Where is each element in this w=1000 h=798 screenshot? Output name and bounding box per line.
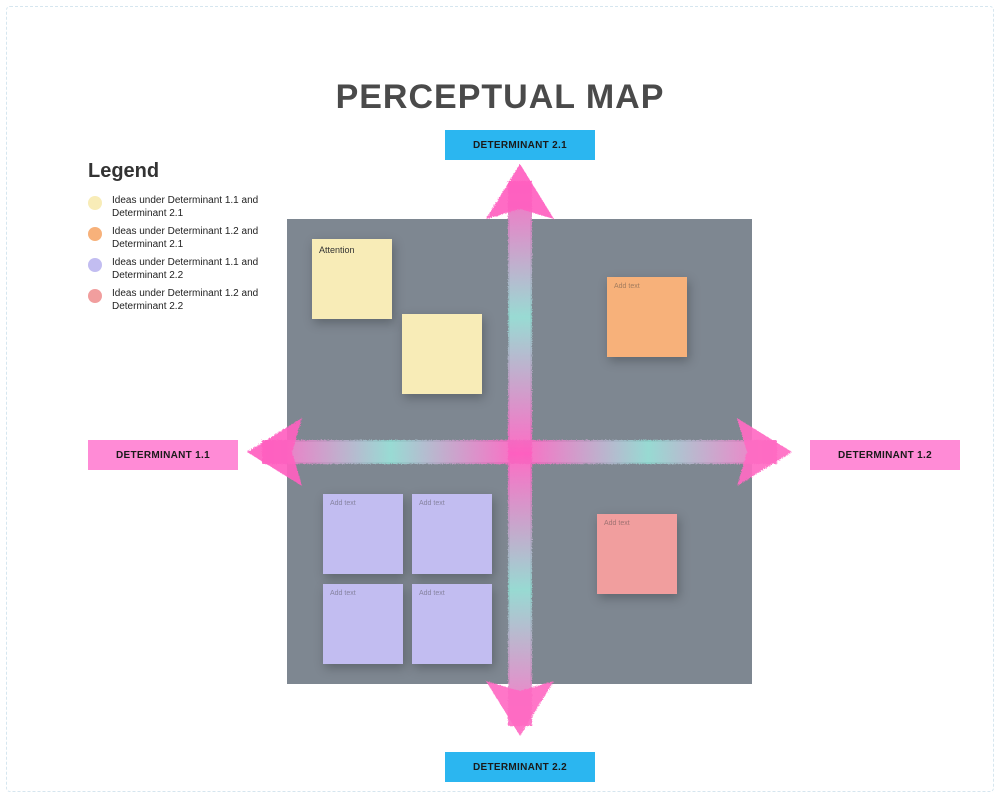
note-text: Add text (419, 590, 445, 597)
determinant-top[interactable]: DETERMINANT 2.1 (445, 130, 595, 160)
sticky-note[interactable]: Add text (412, 584, 492, 664)
legend-item: Ideas under Determinant 1.2 and Determin… (88, 288, 298, 313)
legend: Legend Ideas under Determinant 1.1 and D… (88, 160, 298, 319)
determinant-right[interactable]: DETERMINANT 1.2 (810, 440, 960, 470)
note-text: Attention (319, 245, 355, 255)
determinant-label: DETERMINANT 2.2 (473, 762, 567, 773)
perceptual-map-grid[interactable]: Attention Add text Add text Add text Add… (287, 219, 752, 684)
legend-item: Ideas under Determinant 1.2 and Determin… (88, 226, 298, 251)
legend-label: Ideas under Determinant 1.2 and Determin… (112, 288, 298, 313)
sticky-note[interactable]: Add text (597, 514, 677, 594)
note-text: Add text (614, 283, 640, 290)
grid-divider-vertical (510, 219, 530, 684)
sticky-note[interactable]: Attention (312, 239, 392, 319)
page-title: PERCEPTUAL MAP (0, 78, 1000, 117)
legend-heading: Legend (88, 160, 298, 183)
legend-label: Ideas under Determinant 1.2 and Determin… (112, 226, 298, 251)
sticky-note[interactable] (402, 314, 482, 394)
determinant-label: DETERMINANT 1.1 (116, 450, 210, 461)
determinant-bottom[interactable]: DETERMINANT 2.2 (445, 752, 595, 782)
note-text: Add text (330, 590, 356, 597)
sticky-note[interactable]: Add text (323, 584, 403, 664)
determinant-label: DETERMINANT 2.1 (473, 140, 567, 151)
swatch-icon (88, 289, 102, 303)
sticky-note[interactable]: Add text (412, 494, 492, 574)
swatch-icon (88, 227, 102, 241)
sticky-note[interactable]: Add text (323, 494, 403, 574)
legend-item: Ideas under Determinant 1.1 and Determin… (88, 257, 298, 282)
legend-label: Ideas under Determinant 1.1 and Determin… (112, 257, 298, 282)
note-text: Add text (419, 500, 445, 507)
swatch-icon (88, 196, 102, 210)
note-text: Add text (604, 520, 630, 527)
determinant-label: DETERMINANT 1.2 (838, 450, 932, 461)
swatch-icon (88, 258, 102, 272)
legend-label: Ideas under Determinant 1.1 and Determin… (112, 195, 298, 220)
legend-item: Ideas under Determinant 1.1 and Determin… (88, 195, 298, 220)
sticky-note[interactable]: Add text (607, 277, 687, 357)
note-text: Add text (330, 500, 356, 507)
determinant-left[interactable]: DETERMINANT 1.1 (88, 440, 238, 470)
